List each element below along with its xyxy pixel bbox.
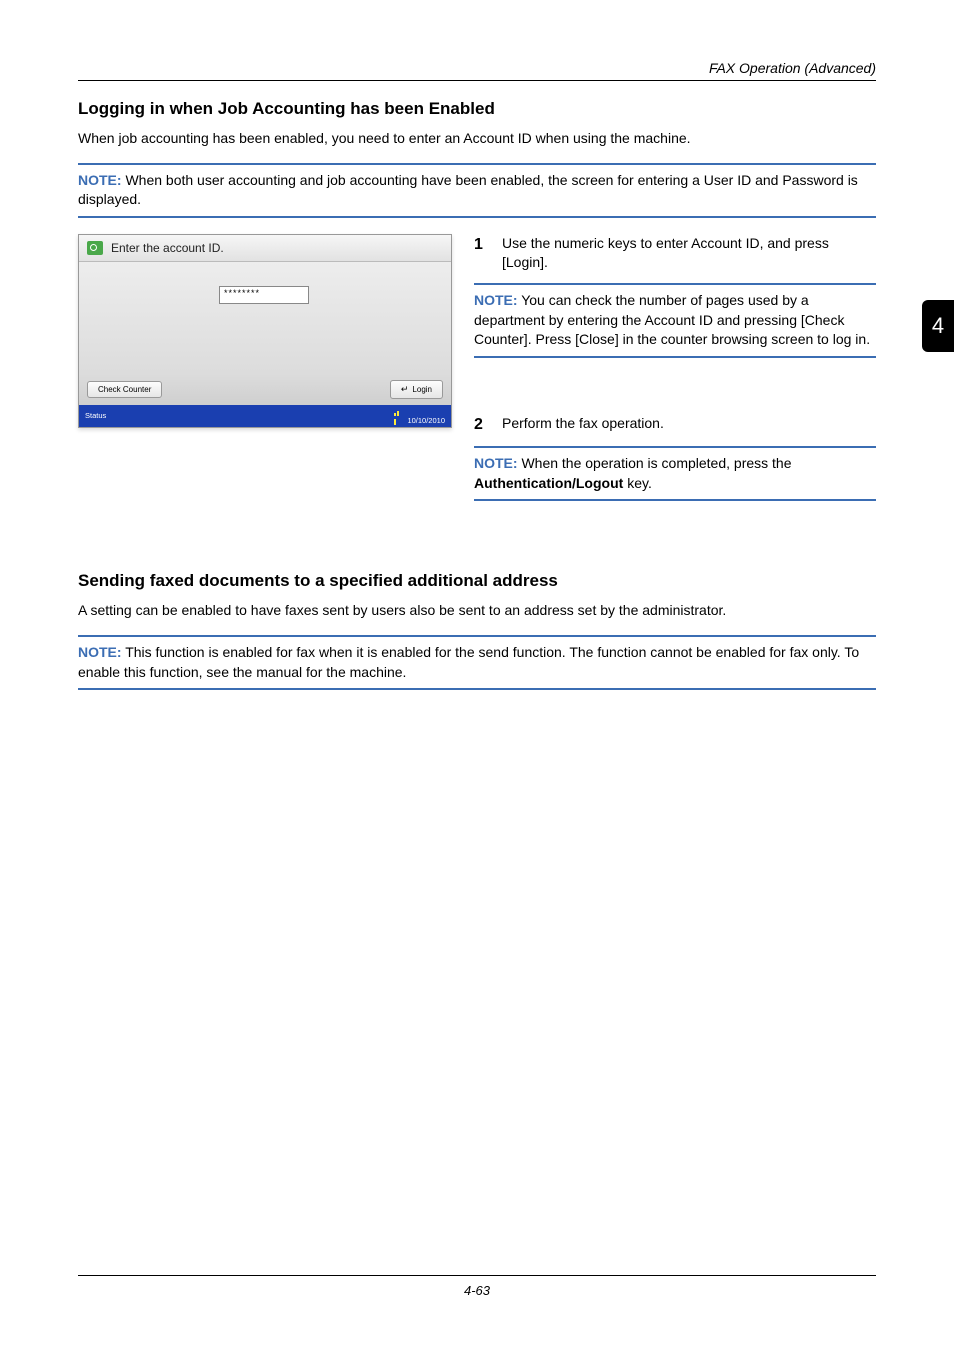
note-text-b: key. <box>623 475 652 491</box>
section2-heading: Sending faxed documents to a specified a… <box>78 571 876 591</box>
note-block-3: NOTE: When the operation is completed, p… <box>474 446 876 501</box>
account-id-field[interactable]: ******** <box>219 286 309 304</box>
step-2: 2 Perform the fax operation. <box>474 414 876 436</box>
page-number: 4-63 <box>464 1283 490 1298</box>
note-label: NOTE: <box>474 292 518 308</box>
section2-intro: A setting can be enabled to have faxes s… <box>78 601 876 621</box>
enter-icon: ↵ <box>401 384 409 395</box>
note-block-1: NOTE: When both user accounting and job … <box>78 163 876 218</box>
note-text: You can check the number of pages used b… <box>474 292 870 347</box>
step-1-number: 1 <box>474 234 488 273</box>
note-bold: Authentication/Logout <box>474 475 623 491</box>
signal-icon <box>394 407 402 413</box>
top-rule <box>78 80 876 81</box>
status-date: 10/10/2010 <box>407 416 445 425</box>
step-1: 1 Use the numeric keys to enter Account … <box>474 234 876 273</box>
status-label: Status <box>85 411 106 420</box>
login-button-label: Login <box>412 385 432 394</box>
key-icon <box>87 241 103 255</box>
note-block-4: NOTE: This function is enabled for fax w… <box>78 635 876 690</box>
check-counter-button[interactable]: Check Counter <box>87 381 162 398</box>
section1-heading: Logging in when Job Accounting has been … <box>78 99 876 119</box>
section1-intro: When job accounting has been enabled, yo… <box>78 129 876 149</box>
page-footer: 4-63 <box>78 1275 876 1300</box>
screen-body: ******** <box>79 262 451 374</box>
login-button[interactable]: ↵ Login <box>390 380 443 399</box>
note-block-2: NOTE: You can check the number of pages … <box>474 283 876 358</box>
chapter-tab: 4 <box>922 300 954 352</box>
step-1-text: Use the numeric keys to enter Account ID… <box>502 234 876 273</box>
screen-status-bar: Status 10/10/2010 <box>79 405 451 427</box>
footer-rule <box>78 1275 876 1276</box>
note-text: When both user accounting and job accoun… <box>78 172 858 208</box>
step-2-number: 2 <box>474 414 488 436</box>
screen-title: Enter the account ID. <box>111 241 224 255</box>
screen-button-row: Check Counter ↵ Login <box>79 374 451 405</box>
step-2-text: Perform the fax operation. <box>502 414 664 436</box>
screen-titlebar: Enter the account ID. <box>79 235 451 262</box>
note-label: NOTE: <box>78 644 122 660</box>
running-head: FAX Operation (Advanced) <box>78 60 876 76</box>
note-label: NOTE: <box>78 172 122 188</box>
note-text: This function is enabled for fax when it… <box>78 644 859 680</box>
note-label: NOTE: <box>474 455 518 471</box>
note-text-a: When the operation is completed, press t… <box>518 455 792 471</box>
login-screen: Enter the account ID. ******** Check Cou… <box>78 234 452 428</box>
